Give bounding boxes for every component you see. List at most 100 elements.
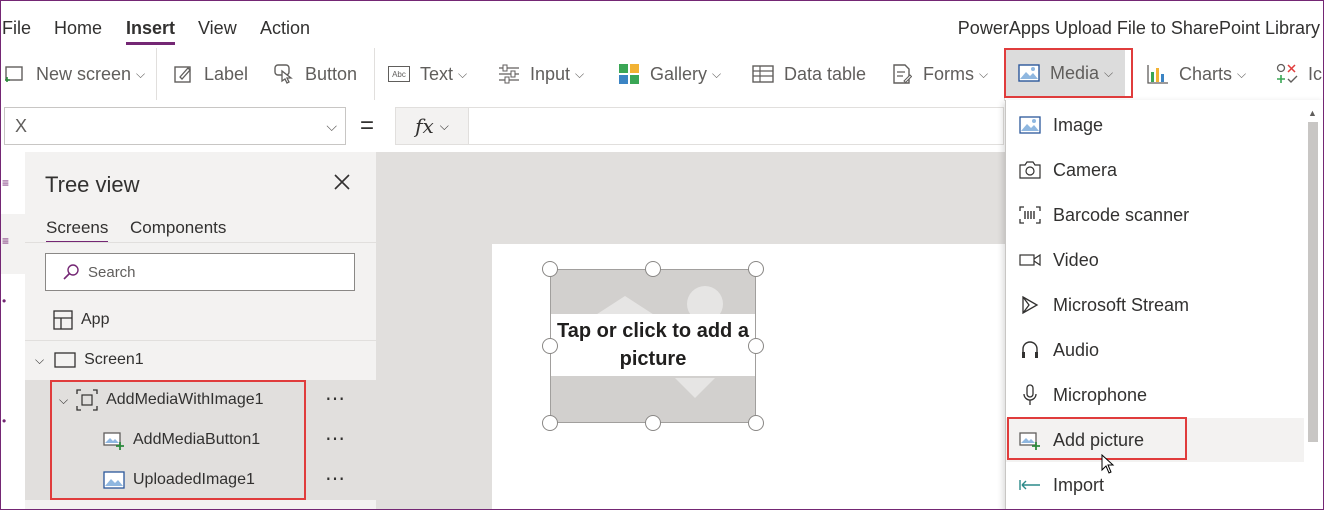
more-options-icon[interactable]: ⋯ (325, 426, 346, 451)
chevron-down-icon: ⌵ (439, 118, 449, 133)
media-button-label: Media (1050, 62, 1100, 83)
label-button[interactable]: Label (172, 48, 248, 100)
tab-screens[interactable]: Screens (46, 218, 109, 243)
chevron-down-icon: ⌵ (712, 66, 722, 81)
property-dropdown[interactable]: X ⌵ (4, 107, 346, 145)
form-icon (891, 63, 913, 85)
gallery-icon (618, 63, 640, 85)
new-screen-label: New screen (36, 63, 132, 84)
menu-item-label: Camera (1053, 159, 1118, 180)
menu-item-image[interactable]: Image (1006, 103, 1304, 147)
menu-item-audio[interactable]: Audio (1006, 328, 1304, 372)
rail-tree-icon[interactable]: ≡ (2, 176, 9, 190)
menu-item-label: Video (1053, 249, 1099, 270)
chevron-down-icon: ⌵ (136, 66, 146, 81)
gallery-button[interactable]: Gallery ⌵ (618, 48, 721, 100)
text-abc-icon: Abc (388, 66, 410, 82)
add-picture-icon (103, 430, 125, 450)
more-options-icon[interactable]: ⋯ (325, 386, 346, 411)
data-table-button[interactable]: Data table (752, 48, 866, 100)
resize-handle[interactable] (645, 261, 661, 277)
tab-components[interactable]: Components (130, 218, 226, 238)
chevron-down-icon: ⌵ (1104, 65, 1114, 80)
label-button-label: Label (204, 63, 249, 84)
scroll-up-icon[interactable]: ▲ (1308, 108, 1317, 118)
canvas-area: Tap or click to add a picture (376, 152, 1006, 510)
more-options-icon[interactable]: ⋯ (325, 466, 346, 491)
tree-item-uploadedimage1[interactable]: UploadedImage1 ⋯ (25, 460, 376, 500)
rail-insert-icon[interactable]: ≡ (2, 234, 9, 248)
app-title: PowerApps Upload File to SharePoint Libr… (957, 18, 1320, 38)
search-placeholder: Search (88, 263, 136, 281)
rail-media-icon[interactable]: • (2, 414, 6, 428)
barcode-icon (1019, 204, 1041, 226)
menu-item-video[interactable]: Video (1006, 238, 1304, 282)
chevron-down-icon: ⌵ (35, 352, 45, 367)
media-button[interactable]: Media ⌵ (1006, 50, 1126, 96)
placeholder-text: Tap or click to add a picture (551, 314, 755, 376)
input-button-label: Input (530, 63, 571, 84)
tree-item-screen1[interactable]: ⌵ Screen1 (25, 340, 376, 380)
menu-item-microsoft-stream[interactable]: Microsoft Stream (1006, 283, 1304, 327)
menu-insert[interactable]: Insert (126, 18, 176, 45)
menu-action[interactable]: Action (260, 18, 310, 39)
forms-button[interactable]: Forms ⌵ (891, 48, 988, 100)
new-screen-icon (4, 63, 26, 85)
menu-bar: File Home Insert View Action PowerApps U… (0, 0, 1324, 48)
menu-item-microphone[interactable]: Microphone (1006, 373, 1304, 417)
resize-handle[interactable] (748, 261, 764, 277)
equals-sign: = (360, 112, 375, 139)
microphone-icon (1019, 384, 1041, 406)
menu-scrollbar[interactable]: ▲ (1306, 108, 1320, 503)
button-button[interactable]: Button (273, 48, 357, 100)
chevron-down-icon: ⌵ (575, 66, 585, 81)
resize-handle[interactable] (542, 415, 558, 431)
menu-item-camera[interactable]: Camera (1006, 148, 1304, 192)
ribbon-separator (1004, 48, 1005, 100)
new-screen-button[interactable]: New screen ⌵ (4, 48, 145, 100)
scrollbar-thumb[interactable] (1308, 122, 1318, 442)
menu-view[interactable]: View (198, 18, 237, 39)
menu-item-import[interactable]: Import (1006, 463, 1304, 507)
tree-item-addmediawithimage1[interactable]: ⌵ AddMediaWithImage1 ⋯ (25, 380, 376, 420)
chevron-down-icon: ⌵ (1237, 66, 1247, 81)
menu-item-label: Add picture (1053, 429, 1145, 450)
pointer-tap-icon (273, 63, 295, 85)
fx-button[interactable]: fx ⌵ (395, 107, 469, 145)
tree-item-app[interactable]: App (25, 300, 376, 340)
menu-item-label: Image (1053, 114, 1104, 135)
image-icon (1018, 62, 1040, 84)
resize-handle[interactable] (542, 261, 558, 277)
audio-icon (1019, 339, 1041, 361)
property-value: X (15, 115, 28, 136)
resize-handle[interactable] (748, 415, 764, 431)
chevron-down-icon: ⌵ (979, 66, 989, 81)
search-icon (62, 263, 80, 281)
formula-input[interactable] (469, 107, 1004, 145)
label-edit-icon (172, 63, 194, 85)
tree-item-label: AddMediaWithImage1 (106, 391, 264, 408)
resize-handle[interactable] (645, 415, 661, 431)
tree-item-addmediabutton1[interactable]: AddMediaButton1 ⋯ (25, 420, 376, 460)
tree-search-input[interactable]: Search (45, 253, 355, 291)
image-icon (1019, 114, 1041, 136)
menu-item-add-picture[interactable]: Add picture (1006, 418, 1304, 462)
rail-data-icon[interactable]: • (2, 294, 6, 308)
button-button-label: Button (305, 63, 358, 84)
add-picture-icon (1019, 429, 1041, 451)
text-button[interactable]: Abc Text ⌵ (388, 48, 467, 100)
close-icon[interactable] (333, 170, 351, 198)
menu-file[interactable]: File (2, 18, 31, 39)
resize-handle[interactable] (542, 338, 558, 354)
resize-handle[interactable] (748, 338, 764, 354)
input-button[interactable]: Input ⌵ (498, 48, 584, 100)
ribbon-separator (156, 48, 157, 100)
add-media-control[interactable]: Tap or click to add a picture (550, 269, 756, 423)
menu-item-barcode-scanner[interactable]: Barcode scanner (1006, 193, 1304, 237)
icons-button[interactable]: Ic (1276, 48, 1322, 100)
menu-home[interactable]: Home (54, 18, 102, 39)
left-rail: ≡ ≡ • • (0, 152, 26, 510)
tree-divider (25, 242, 376, 243)
screen1-canvas[interactable]: Tap or click to add a picture (492, 244, 1006, 510)
charts-button[interactable]: Charts ⌵ (1147, 48, 1246, 100)
